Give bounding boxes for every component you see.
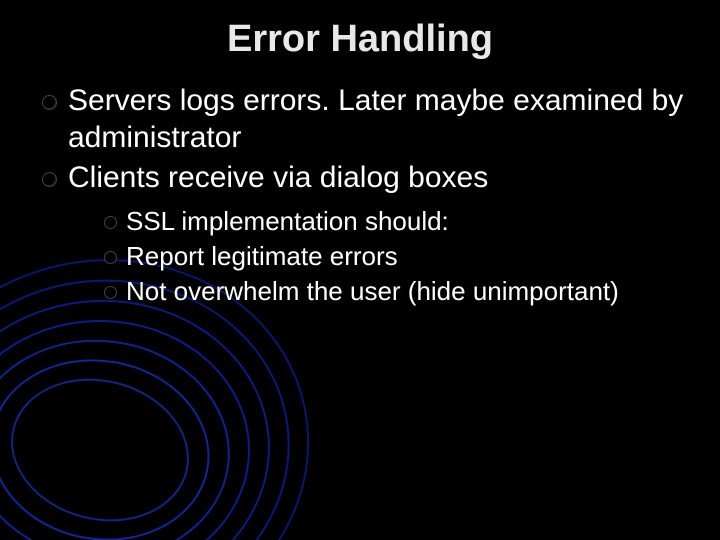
slide-title: Error Handling bbox=[36, 18, 684, 61]
bullet-text: Servers logs errors. Later maybe examine… bbox=[68, 84, 683, 154]
bullet-text: Report legitimate errors bbox=[126, 241, 398, 271]
list-item: Not overwhelm the user (hide unimportant… bbox=[102, 275, 684, 308]
bullet-list: Servers logs errors. Later maybe examine… bbox=[36, 83, 684, 309]
list-item: Clients receive via dialog boxes SSL imp… bbox=[40, 160, 684, 308]
bullet-text: Clients receive via dialog boxes bbox=[68, 161, 488, 194]
slide: Error Handling Servers logs errors. Late… bbox=[0, 0, 720, 540]
slide-content: Error Handling Servers logs errors. Late… bbox=[0, 0, 720, 309]
list-item: Servers logs errors. Later maybe examine… bbox=[40, 83, 684, 156]
list-item: SSL implementation should: bbox=[102, 205, 684, 238]
sub-bullet-list: SSL implementation should: Report legiti… bbox=[68, 205, 684, 309]
bullet-text: Not overwhelm the user (hide unimportant… bbox=[126, 276, 619, 306]
list-item: Report legitimate errors bbox=[102, 240, 684, 273]
bullet-text: SSL implementation should: bbox=[126, 206, 449, 236]
